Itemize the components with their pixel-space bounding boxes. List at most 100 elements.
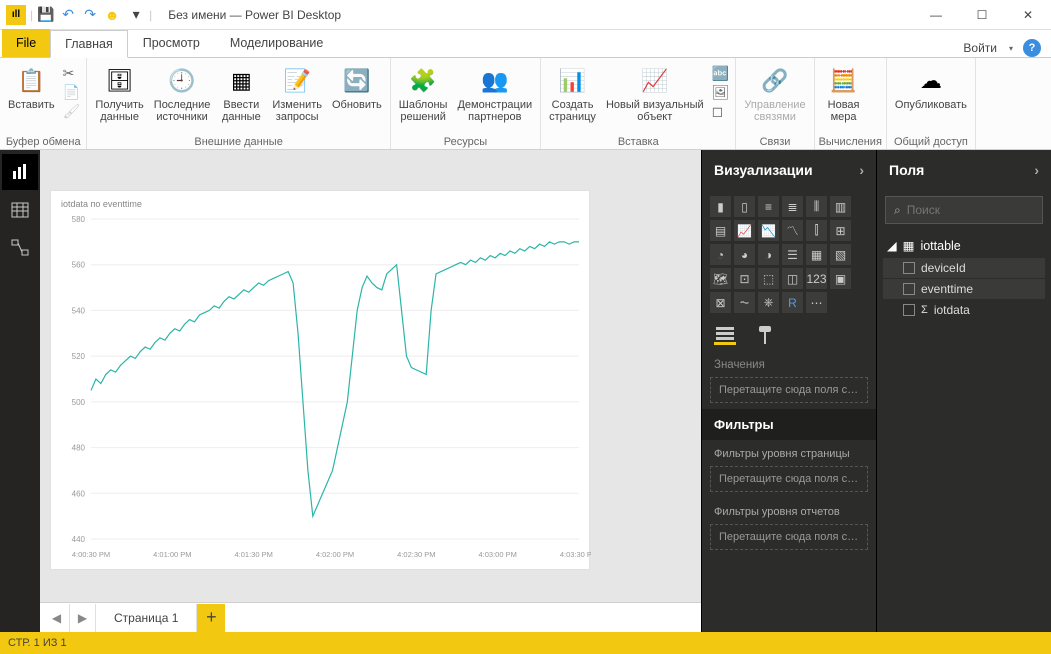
minimize-button[interactable]: — [913,0,959,30]
viz-type-5[interactable]: ▥ [830,196,851,217]
values-dropzone[interactable]: Перетащите сюда поля с д... [710,377,868,403]
viz-type-27[interactable]: R [782,292,803,313]
recent-sources-button[interactable]: 🕘Последние источники [150,63,215,125]
table-header[interactable]: ◢ ▦ iottable [881,234,1047,257]
undo-icon[interactable]: ↶ [59,6,77,24]
help-icon[interactable]: ? [1023,39,1041,57]
viz-type-12[interactable]: ◔ [710,244,731,265]
calculations-group-label: Вычисления [819,134,882,148]
format-painter-icon[interactable]: 🖌 [63,103,81,120]
close-button[interactable]: ✕ [1005,0,1051,30]
maximize-button[interactable]: ☐ [959,0,1005,30]
svg-text:580: 580 [72,215,86,224]
new-page-button[interactable]: 📊Создать страницу [545,63,600,125]
get-data-button[interactable]: 🗄Получить данные [91,63,147,125]
checkbox[interactable] [903,262,915,274]
smiley-icon[interactable]: ☻ [103,6,121,24]
clipboard-group-label: Буфер обмена [4,134,82,148]
new-page-icon: 📊 [557,65,589,97]
redo-icon[interactable]: ↷ [81,6,99,24]
viz-type-16[interactable]: ▦ [806,244,827,265]
paste-button[interactable]: 📋 Вставить [4,63,59,113]
viz-type-0[interactable]: ▮ [710,196,731,217]
prev-page-button[interactable]: ◀ [44,604,70,632]
viz-type-11[interactable]: ⊞ [830,220,851,241]
main-area: iotdata по eventtime 4404604805005205405… [0,150,1051,632]
checkbox[interactable] [903,283,915,295]
viz-type-23[interactable]: ▣ [830,268,851,289]
page-filters-dropzone[interactable]: Перетащите сюда поля с ... [710,466,868,492]
status-bar: СТР. 1 ИЗ 1 [0,632,1051,654]
viz-type-28[interactable]: ⋯ [806,292,827,313]
relationships-icon: 🔗 [759,65,791,97]
solution-templates-button[interactable]: 🧩Шаблоны решений [395,63,452,125]
report-view-button[interactable] [2,154,38,190]
copy-icon[interactable]: 📄 [63,84,81,101]
new-visual-button[interactable]: 📈Новый визуальный объект [602,63,708,125]
modeling-tab[interactable]: Моделирование [215,29,339,57]
viz-type-9[interactable]: 〽 [782,220,803,241]
viz-type-8[interactable]: 📉 [758,220,779,241]
svg-text:460: 460 [72,489,86,498]
dropdown-icon[interactable]: ▾ [1009,44,1013,53]
viz-type-26[interactable]: ⎈ [758,292,779,313]
add-page-button[interactable]: + [197,604,225,632]
viz-type-21[interactable]: ◫ [782,268,803,289]
cut-icon[interactable]: ✂ [63,65,81,82]
viz-type-15[interactable]: ☰ [782,244,803,265]
format-subtab[interactable] [754,325,776,345]
table-icon: ▦ [903,238,915,253]
viz-type-19[interactable]: ⊡ [734,268,755,289]
enter-data-button[interactable]: ▦Ввести данные [216,63,266,125]
home-tab[interactable]: Главная [50,30,128,58]
viz-type-2[interactable]: ≡ [758,196,779,217]
viz-type-14[interactable]: ◑ [758,244,779,265]
visualizations-header[interactable]: Визуализации › [702,150,876,190]
page-tab-1[interactable]: Страница 1 [96,604,197,632]
checkbox[interactable] [903,304,915,316]
signin-link[interactable]: Войти [963,41,997,55]
viz-type-6[interactable]: ▤ [710,220,731,241]
fields-search-input[interactable] [907,203,1051,217]
viz-type-3[interactable]: ≣ [782,196,803,217]
fields-search[interactable]: ⌕ [885,196,1043,224]
viz-type-25[interactable]: ⏦ [734,292,755,313]
viz-type-10[interactable]: ⫿ [806,220,827,241]
viz-type-7[interactable]: 📈 [734,220,755,241]
data-view-button[interactable] [2,192,38,228]
model-view-button[interactable] [2,230,38,266]
publish-button[interactable]: ☁Опубликовать [891,63,971,113]
qat-dropdown-icon[interactable]: ▾ [127,6,145,24]
save-icon[interactable]: 💾 [37,6,55,24]
viz-type-17[interactable]: ▧ [830,244,851,265]
image-icon[interactable]: 🖼 [712,84,730,101]
refresh-button[interactable]: 🔄Обновить [328,63,386,113]
viz-type-18[interactable]: 🗺 [710,268,731,289]
fields-subtab[interactable] [714,325,736,345]
line-chart-visual[interactable]: iotdata по eventtime 4404604805005205405… [50,190,590,570]
viz-type-13[interactable]: ◕ [734,244,755,265]
report-canvas[interactable]: iotdata по eventtime 4404604805005205405… [40,150,701,602]
shapes-icon[interactable]: ◻ [712,103,730,120]
viz-type-22[interactable]: 123 [806,268,827,289]
viz-type-24[interactable]: ⊠ [710,292,731,313]
field-deviceid[interactable]: deviceId [883,258,1045,278]
new-measure-button[interactable]: 🧮Новая мера [819,63,869,125]
file-tab[interactable]: File [2,29,50,57]
field-iotdata[interactable]: Σiotdata [883,300,1045,320]
edit-queries-button[interactable]: 📝Изменить запросы [268,63,326,125]
fields-header[interactable]: Поля › [877,150,1051,190]
report-filters-dropzone[interactable]: Перетащите сюда поля с ... [710,524,868,550]
next-page-button[interactable]: ▶ [70,604,96,632]
viz-type-20[interactable]: ⬚ [758,268,779,289]
svg-text:440: 440 [72,535,86,544]
field-eventtime[interactable]: eventtime [883,279,1045,299]
chart-title: iotdata по eventtime [51,191,589,209]
partner-demos-button[interactable]: 👥Демонстрации партнеров [453,63,536,125]
vbar: | [30,8,33,22]
view-tab[interactable]: Просмотр [128,29,215,57]
viz-type-1[interactable]: ▯ [734,196,755,217]
viz-type-4[interactable]: ⫼ [806,196,827,217]
text-box-icon[interactable]: 🔤 [712,65,730,82]
svg-text:4:03:00 PM: 4:03:00 PM [478,550,516,559]
